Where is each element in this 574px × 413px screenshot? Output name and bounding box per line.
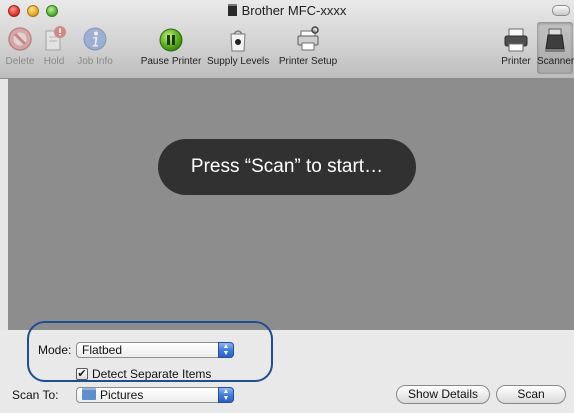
window-title: Brother MFC-xxxx	[241, 3, 347, 18]
hold-icon	[45, 26, 66, 51]
window-title-bar: Brother MFC-xxxx	[0, 2, 574, 20]
pause-printer-button[interactable]: Pause Printer	[140, 25, 202, 67]
toolbar: Brother MFC-xxxx Delete Hold Job Info Pa…	[0, 0, 574, 79]
show-details-button[interactable]: Show Details	[396, 385, 490, 404]
folder-icon	[82, 388, 96, 400]
callout-highlight	[27, 321, 273, 382]
popup-arrows-icon: ▲ ▼	[218, 387, 234, 403]
delete-icon	[8, 27, 32, 51]
delete-button[interactable]: Delete	[4, 25, 36, 67]
pause-icon	[159, 28, 183, 52]
printer-button[interactable]: Printer	[497, 25, 535, 67]
scan-prompt-message: Press “Scan” to start…	[158, 139, 416, 195]
info-icon	[83, 27, 107, 51]
printer-icon	[504, 28, 528, 52]
printer-small-icon	[227, 4, 237, 16]
scanner-icon	[545, 28, 565, 52]
printer-setup-icon	[297, 26, 319, 51]
scan-to-select-value: Pictures	[100, 388, 144, 402]
scanner-button[interactable]: Scanner	[537, 22, 574, 74]
supply-levels-button[interactable]: Supply Levels	[207, 25, 269, 67]
scan-to-select[interactable]: Pictures ▲ ▼	[76, 387, 234, 403]
scanner-window: Brother MFC-xxxx Delete Hold Job Info Pa…	[0, 0, 574, 413]
printer-setup-button[interactable]: Printer Setup	[276, 25, 340, 67]
scan-to-label: Scan To:	[12, 388, 59, 402]
hold-button[interactable]: Hold	[40, 25, 68, 67]
scan-button[interactable]: Scan	[496, 385, 566, 404]
supply-levels-icon	[230, 30, 246, 52]
job-info-button[interactable]: Job Info	[72, 25, 118, 67]
scan-preview-area[interactable]	[8, 79, 574, 330]
